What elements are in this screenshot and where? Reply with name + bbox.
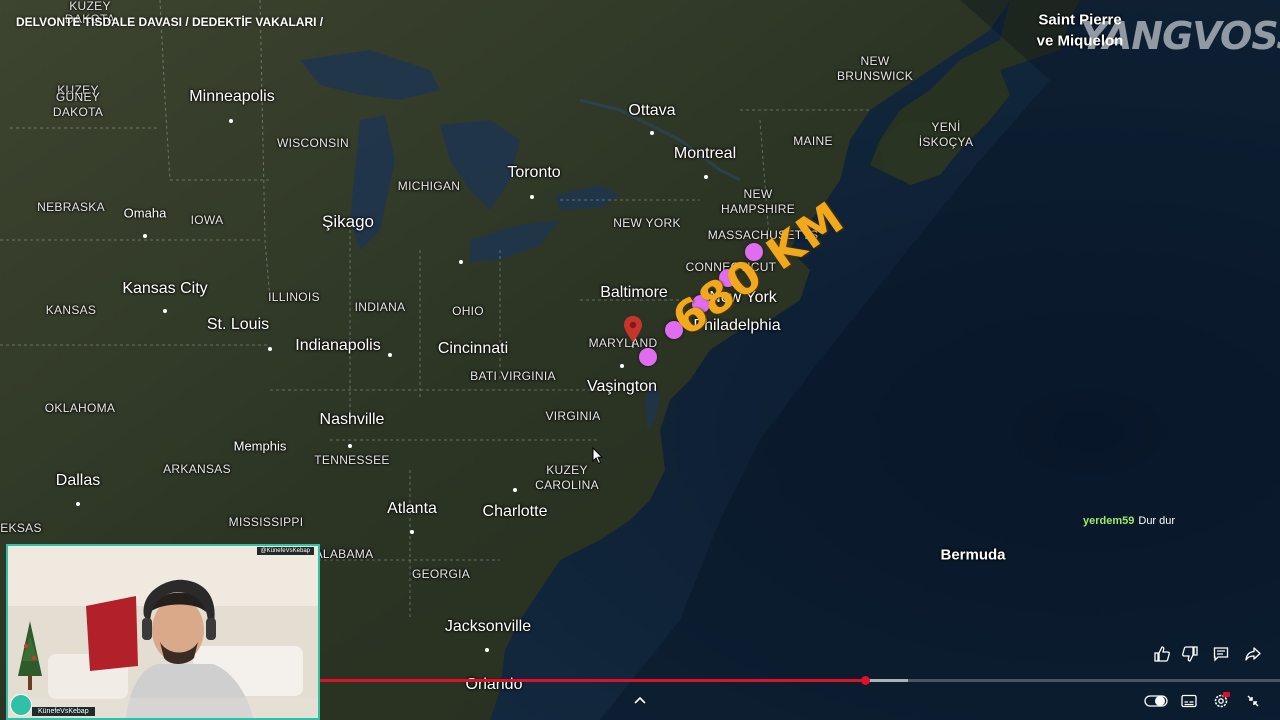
like-button[interactable] [1150, 642, 1174, 666]
label-baltimore: Baltimore [600, 284, 668, 301]
label-st-louis: St. Louis [206, 316, 270, 333]
label-charlotte: Charlotte [482, 503, 548, 520]
label-iskocya: İSKOÇYA [918, 135, 974, 149]
label-kansas-city: Kansas City [122, 280, 208, 297]
label-guney: GÜNEY [55, 90, 101, 104]
comments-button[interactable] [1209, 642, 1233, 666]
label-kansas: KANSAS [45, 303, 97, 317]
label-new: NEW [743, 187, 773, 201]
video-title-overlay: DELVONTE TISDALE DAVASI / DEDEKTİF VAKAL… [16, 15, 324, 29]
label-cincinnati: Cincinnati [437, 340, 509, 357]
label-memphis: Memphis [233, 438, 287, 454]
label-michigan: MICHIGAN [397, 179, 461, 193]
label-illinois: ILLINOIS [268, 290, 320, 304]
captions-icon [1181, 694, 1197, 708]
label-omaha: Omaha [123, 205, 167, 221]
label-dakota: DAKOTA [52, 105, 104, 119]
label-arkansas: ARKANSAS [163, 462, 231, 476]
streamer-avatar [10, 694, 32, 716]
mouse-cursor-icon [592, 447, 604, 465]
label-teksas: EKSAS [0, 521, 42, 535]
label-minneapolis: Minneapolis [189, 88, 275, 105]
label-nb-new: NEW [860, 54, 890, 68]
label-toronto: Toronto [507, 164, 561, 181]
label-indiana: INDIANA [354, 300, 406, 314]
label-oklahoma: OKLAHOMA [44, 401, 116, 415]
streamer-webcam-image [8, 546, 318, 718]
chat-message: yerdem59 Dur dur [1083, 515, 1175, 527]
video-player[interactable]: KUZEY GÜNEY DAKOTA KUZEY DAKOTA Minneapo… [0, 0, 1280, 720]
label-tennessee: TENNESSEE [314, 453, 390, 467]
label-nashville: Nashville [319, 411, 385, 428]
webcam-channel-handle: @KünefeVsKebap [256, 547, 314, 555]
settings-icon [1214, 692, 1230, 708]
share-button[interactable] [1241, 642, 1265, 666]
label-ohio: OHIO [452, 304, 484, 318]
label-hampshire: HAMPSHIRE [720, 202, 796, 216]
label-carolina: CAROLINA [535, 478, 599, 492]
label-atlanta: Atlanta [387, 500, 437, 517]
autoplay-toggle-icon [1144, 695, 1168, 707]
progress-bar[interactable] [320, 676, 1280, 685]
dislike-icon [1182, 646, 1198, 662]
label-wisconsin: WISCONSIN [276, 136, 350, 150]
webcam-overlay: @KünefeVsKebap KünefeVsKebap [6, 544, 320, 720]
label-bati-virginia: BATI VIRGINIA [470, 369, 556, 383]
exit-fullscreen-button[interactable] [1241, 689, 1265, 713]
label-jacksonville: Jacksonville [444, 618, 532, 635]
captions-button[interactable] [1177, 689, 1201, 713]
label-vasington: Vaşington [587, 378, 657, 395]
like-icon [1154, 646, 1170, 662]
label-ottava: Ottava [628, 102, 676, 119]
chat-username: yerdem59 [1083, 515, 1135, 527]
label-nebraska: NEBRASKA [37, 200, 105, 214]
location-pin-icon [624, 316, 642, 348]
label-bermuda: Bermuda [940, 546, 1006, 564]
exit-fullscreen-icon [1247, 695, 1259, 707]
label-virginia: VIRGINIA [545, 409, 601, 423]
expand-button[interactable] [628, 689, 652, 713]
label-iowa: IOWA [190, 213, 224, 227]
label-georgia: GEORGIA [411, 567, 471, 581]
label-mississippi: MISSISSIPPI [228, 515, 304, 529]
settings-button[interactable] [1209, 689, 1233, 713]
channel-watermark: YANGVOSS [1080, 14, 1280, 58]
label-sikago: Şikago [322, 212, 374, 231]
progress-buffered [864, 679, 908, 682]
label-alabama: ALABAMA [314, 547, 374, 561]
label-kuzey-carolina-1: KUZEY [546, 463, 588, 477]
label-montreal: Montreal [673, 145, 737, 162]
label-maine: MAINE [793, 134, 833, 148]
label-new-york-state: NEW YORK [613, 216, 681, 230]
label-yeni: YENİ [931, 120, 961, 134]
progress-played [320, 679, 865, 682]
share-icon [1245, 647, 1261, 661]
webcam-streamer-name: KünefeVsKebap [32, 707, 95, 716]
marker-dot-5 [639, 348, 657, 366]
progress-scrubber[interactable] [860, 676, 870, 685]
autoplay-toggle[interactable] [1144, 689, 1168, 713]
comment-icon [1213, 647, 1229, 662]
dislike-button[interactable] [1178, 642, 1202, 666]
label-indianapolis: Indianapolis [295, 337, 381, 354]
label-brunswick: BRUNSWICK [836, 69, 914, 83]
label-dallas: Dallas [55, 472, 101, 489]
chevron-up-icon [634, 696, 646, 704]
chat-text: Dur dur [1138, 515, 1176, 527]
